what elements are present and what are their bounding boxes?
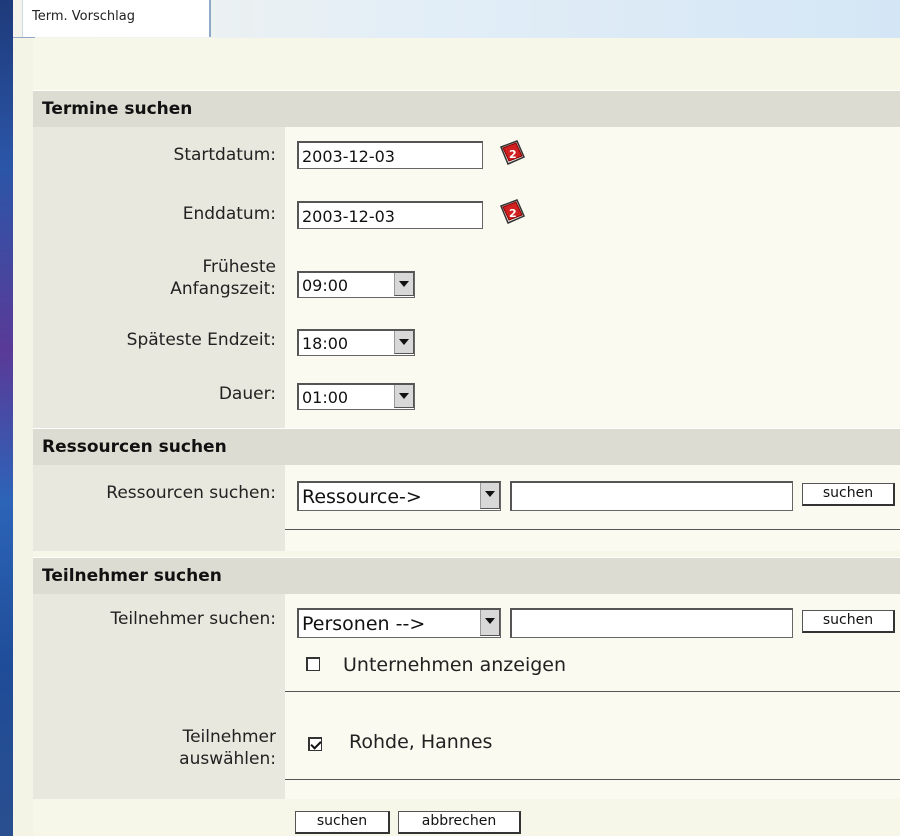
spaeteste-endzeit-select[interactable]: 18:00 [297,329,415,356]
chevron-down-icon[interactable] [394,385,414,408]
divider [285,691,900,692]
calendar-icon[interactable]: 2 [497,197,527,227]
divider [285,779,900,780]
suchen-button[interactable]: suchen [295,811,390,834]
label-column [33,465,285,551]
section-title: Termine suchen [42,99,193,119]
section-header-teilnehmer: Teilnehmer suchen [33,557,900,595]
chevron-down-icon[interactable] [394,331,414,354]
teilnehmer-suchen-label: Teilnehmer suchen: [110,609,276,629]
section-title: Ressourcen suchen [42,437,227,457]
calendar-icon[interactable]: 2 [497,138,527,168]
ressourcen-suchen-label: Ressourcen suchen: [106,483,276,503]
unternehmen-anzeigen-label: Unternehmen anzeigen [343,654,567,676]
teilnehmer-type-select[interactable]: Personen --> [297,608,501,638]
enddatum-label: Enddatum: [182,204,276,224]
spaeteste-endzeit-label: Späteste Endzeit: [126,330,276,350]
svg-text:2: 2 [509,148,517,161]
divider [285,529,900,530]
teilnehmer-search-button[interactable]: suchen [802,610,895,633]
frueheste-label: Früheste Anfangszeit: [170,257,276,299]
chevron-down-icon[interactable] [394,273,414,296]
abbrechen-button[interactable]: abbrechen [398,811,521,834]
tab-term-vorschlag[interactable]: Term. Vorschlag [22,0,211,37]
dauer-label: Dauer: [218,384,276,404]
startdatum-label: Startdatum: [173,145,276,165]
section-title: Teilnehmer suchen [42,566,222,586]
ressourcen-search-input[interactable] [510,481,793,511]
participant-name: Rohde, Hannes [349,731,493,753]
enddatum-input[interactable]: 2003-12-03 [297,201,483,229]
tab-label: Term. Vorschlag [32,9,135,24]
svg-text:2: 2 [509,207,517,220]
desktop-background [0,0,13,836]
chevron-down-icon[interactable] [480,483,500,509]
section-header-ressourcen: Ressourcen suchen [33,428,900,466]
startdatum-input[interactable]: 2003-12-03 [297,141,483,169]
tab-divider [13,37,35,38]
section-header-termine: Termine suchen [33,90,900,128]
ressource-type-select[interactable]: Ressource-> [297,481,501,511]
participant-checkbox[interactable] [308,737,322,751]
teilnehmer-auswaehlen-label: Teilnehmer auswählen: [179,727,276,769]
ressourcen-search-button[interactable]: suchen [802,483,895,506]
chevron-down-icon[interactable] [480,610,500,636]
frueheste-anfangszeit-select[interactable]: 09:00 [297,271,415,298]
teilnehmer-search-input[interactable] [510,608,793,638]
dauer-select[interactable]: 01:00 [297,383,415,410]
unternehmen-anzeigen-checkbox[interactable] [306,657,320,671]
